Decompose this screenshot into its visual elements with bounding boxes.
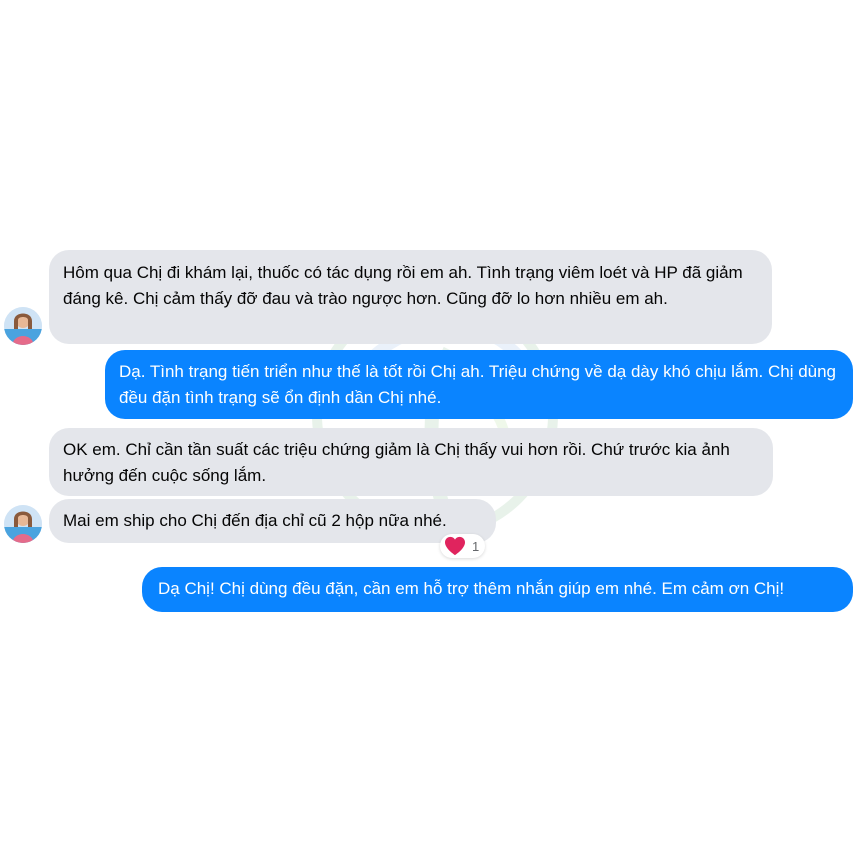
avatar-photo-icon [4, 307, 42, 345]
message-text: Mai em ship cho Chị đến địa chỉ cũ 2 hộp… [63, 511, 447, 530]
message-bubble-incoming[interactable]: Hôm qua Chị đi khám lại, thuốc có tác dụ… [49, 250, 772, 344]
message-bubble-incoming[interactable]: OK em. Chỉ cần tần suất các triệu chứng … [49, 428, 773, 496]
sender-avatar[interactable] [4, 307, 42, 345]
message-reaction[interactable]: 1 [440, 534, 486, 558]
message-bubble-incoming[interactable]: Mai em ship cho Chị đến địa chỉ cũ 2 hộp… [49, 499, 496, 543]
avatar-photo-icon [4, 505, 42, 543]
message-text: Dạ. Tình trạng tiến triển như thế là tốt… [119, 362, 837, 407]
message-bubble-outgoing[interactable]: Dạ Chị! Chị dùng đều đặn, cần em hỗ trợ … [142, 567, 853, 612]
reaction-count: 1 [472, 538, 480, 554]
message-bubble-outgoing[interactable]: Dạ. Tình trạng tiến triển như thế là tốt… [105, 350, 853, 419]
message-text: Hôm qua Chị đi khám lại, thuốc có tác dụ… [63, 263, 743, 308]
heart-icon [445, 536, 465, 556]
sender-avatar[interactable] [4, 505, 42, 543]
message-text: OK em. Chỉ cần tần suất các triệu chứng … [63, 440, 730, 485]
message-text: Dạ Chị! Chị dùng đều đặn, cần em hỗ trợ … [158, 579, 785, 598]
